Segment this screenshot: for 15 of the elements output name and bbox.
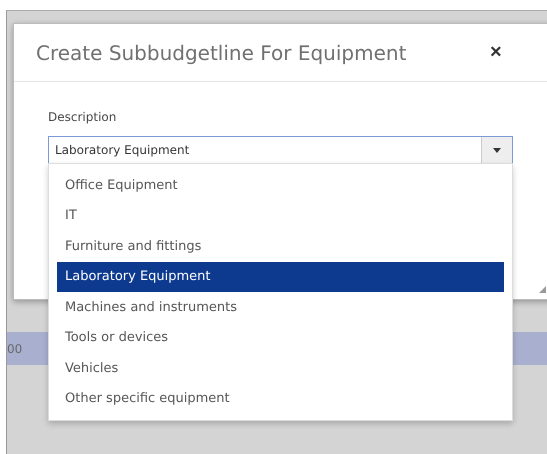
resize-handle-icon[interactable] — [539, 286, 546, 293]
dropdown-option[interactable]: Office Equipment — [57, 170, 504, 200]
dropdown-option[interactable]: Laboratory Equipment — [57, 262, 504, 292]
dropdown-option[interactable]: Vehicles — [57, 353, 504, 384]
close-button[interactable]: × — [486, 41, 506, 64]
dropdown-option[interactable]: Tools or devices — [57, 322, 504, 353]
dropdown-option[interactable]: Furniture and fittings — [57, 231, 504, 262]
dropdown-option[interactable]: Machines and instruments — [57, 292, 504, 322]
field-label: Description — [48, 110, 116, 124]
dropdown-option[interactable]: IT — [57, 200, 504, 231]
table-cell-text: 00 — [7, 342, 24, 356]
dropdown-option[interactable]: Other specific equipment — [57, 384, 504, 414]
description-select[interactable]: Laboratory Equipment — [48, 136, 513, 164]
caret-icon — [493, 148, 501, 152]
dialog-title: Create Subbudgetline For Equipment — [36, 40, 408, 64]
